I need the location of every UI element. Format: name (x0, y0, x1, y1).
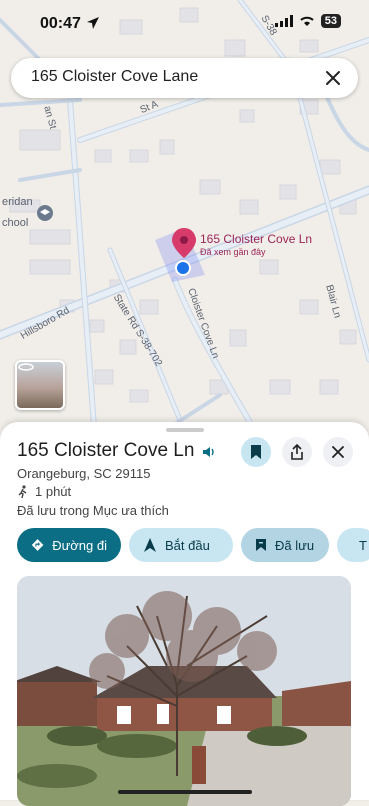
home-indicator[interactable] (118, 790, 252, 794)
directions-button[interactable]: Đường đi (17, 528, 121, 562)
saved-label: Đã lưu (275, 537, 315, 553)
signal-icon (274, 15, 293, 27)
sheet-handle[interactable] (166, 428, 204, 432)
directions-label: Đường đi (52, 537, 107, 553)
close-icon (332, 446, 344, 458)
walk-time: 1 phút (35, 484, 72, 499)
save-button[interactable] (241, 437, 271, 467)
wifi-icon (300, 16, 314, 26)
pin-title: 165 Cloister Cove Ln (200, 232, 313, 246)
battery-icon: 53 (320, 14, 341, 28)
walk-time-row: 1 phút (17, 484, 71, 499)
navigation-arrow-icon (144, 538, 156, 552)
house-photo (17, 576, 351, 806)
search-bar[interactable]: 165 Cloister Cove Lane (11, 58, 358, 98)
start-button[interactable]: Bắt đầu (129, 528, 233, 562)
pin-subtitle: Đã xem gần đây (200, 247, 266, 257)
bookmark-icon (256, 539, 266, 551)
status-bar: 00:47 53 (0, 0, 369, 48)
place-sheet: 165 Cloister Cove Ln Orangeburg, SC 2911… (0, 422, 369, 806)
poi-label-school-1: eridan (2, 196, 33, 208)
share-button[interactable] (282, 437, 312, 467)
directions-icon (31, 539, 44, 551)
location-arrow-icon (87, 17, 99, 29)
poi-label-school-2: chool (2, 217, 29, 229)
pin-label[interactable]: 165 Cloister Cove Ln Đã xem gần đây (200, 232, 312, 257)
speaker-icon[interactable] (202, 446, 216, 458)
place-photo[interactable] (17, 576, 351, 806)
place-title: 165 Cloister Cove Ln (17, 440, 195, 461)
status-time: 00:47 (40, 15, 81, 32)
saved-button[interactable]: Đã lưu (241, 528, 329, 562)
action-chips: Đường đi Bắt đầu Đã lưu T (17, 528, 369, 562)
close-icon[interactable] (322, 67, 344, 89)
share-icon (291, 444, 303, 460)
more-label: T (359, 537, 367, 553)
street-view-thumbnail[interactable] (15, 360, 65, 410)
saved-note: Đã lưu trong Mục ưa thích (17, 503, 169, 518)
bookmark-icon (251, 445, 261, 459)
more-button[interactable]: T (337, 528, 369, 562)
close-sheet-button[interactable] (323, 437, 353, 467)
walking-icon (18, 484, 27, 498)
street-view-icon (18, 363, 34, 371)
search-input[interactable]: 165 Cloister Cove Lane (31, 68, 198, 86)
place-address: Orangeburg, SC 29115 (17, 466, 151, 481)
start-label: Bắt đầu (165, 537, 210, 553)
